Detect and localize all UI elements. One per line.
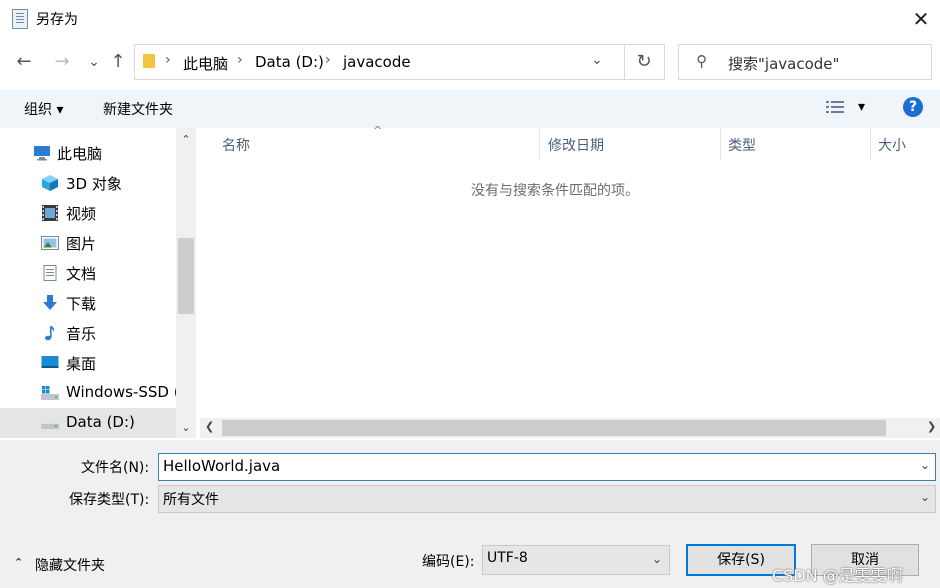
notepad-icon (12, 9, 28, 29)
address-dropdown-icon[interactable]: ⌄ (591, 52, 603, 68)
search-input[interactable]: 搜索"javacode" (728, 53, 839, 74)
breadcrumb-separator[interactable]: › (325, 52, 331, 68)
breadcrumb-separator[interactable]: › (237, 52, 243, 68)
document-icon (43, 265, 57, 281)
sidebar-item-this-pc[interactable]: 此电脑 (0, 138, 176, 168)
title-bar (0, 0, 940, 38)
sidebar-item-label: 视频 (66, 205, 97, 223)
filename-dropdown-icon[interactable]: ⌄ (920, 458, 930, 472)
encoding-value[interactable]: UTF-8 (487, 550, 528, 566)
forward-arrow-icon[interactable]: → (48, 48, 76, 76)
sidebar-item-desktop[interactable]: 桌面 (0, 348, 176, 378)
breadcrumb-data-drive[interactable]: Data (D:) (255, 53, 324, 71)
sidebar-item-documents[interactable]: 文档 (0, 258, 176, 288)
sidebar-item-label: 音乐 (66, 325, 97, 343)
music-icon (45, 326, 55, 341)
sidebar-item-windows-ssd[interactable]: Windows-SSD ( (0, 378, 180, 408)
back-arrow-icon[interactable]: ← (10, 48, 38, 76)
picture-icon (41, 236, 59, 250)
sidebar-item-label: Windows-SSD ( (66, 383, 180, 401)
breadcrumb-javacode[interactable]: javacode (343, 53, 411, 71)
windows-drive-icon (41, 386, 59, 400)
chevron-up-icon[interactable]: ⌃ (14, 556, 23, 569)
sidebar-item-label: 下载 (66, 295, 97, 313)
sidebar-item-downloads[interactable]: 下载 (0, 288, 176, 318)
cube-icon (42, 175, 58, 191)
sidebar-scroll-thumb[interactable] (178, 238, 194, 314)
sidebar-item-label: Data (D:) (66, 413, 135, 431)
sidebar-item-label: 图片 (66, 235, 97, 253)
column-header-type[interactable]: 类型 (728, 135, 756, 155)
filetype-label: 保存类型(T): (69, 492, 150, 508)
new-folder-button[interactable]: 新建文件夹 (103, 99, 173, 119)
view-dropdown-icon[interactable]: ▾ (858, 99, 865, 115)
watermark-text: CSDN @是雯雯啊 (772, 566, 903, 585)
sidebar-item-label: 文档 (66, 265, 97, 283)
breadcrumb-this-pc[interactable]: 此电脑 (183, 53, 228, 74)
encoding-label: 编码(E): (422, 554, 475, 570)
filelist-scroll-thumb[interactable] (222, 420, 886, 436)
scroll-up-icon[interactable]: ⌃ (178, 133, 194, 146)
desktop-icon (41, 356, 59, 368)
column-divider[interactable] (870, 128, 871, 160)
scroll-down-icon[interactable]: ⌄ (178, 421, 194, 434)
sidebar-item-videos[interactable]: 视频 (0, 198, 176, 228)
column-header-date[interactable]: 修改日期 (548, 135, 604, 155)
sidebar-item-label: 此电脑 (57, 145, 103, 163)
computer-icon (34, 146, 50, 161)
encoding-dropdown-icon[interactable]: ⌄ (652, 552, 662, 566)
scroll-right-icon[interactable]: ❯ (927, 420, 936, 433)
sidebar-item-pictures[interactable]: 图片 (0, 228, 176, 258)
search-icon: ⚲ (696, 52, 707, 70)
organize-button[interactable]: 组织 ▾ (24, 99, 63, 119)
sidebar-item-data-drive[interactable]: Data (D:) (0, 408, 176, 438)
filetype-value[interactable]: 所有文件 (163, 489, 219, 509)
sidebar-item-label: 桌面 (66, 355, 97, 373)
breadcrumb-separator[interactable]: › (165, 52, 171, 68)
up-arrow-icon[interactable]: ↑ (104, 48, 132, 76)
scroll-left-icon[interactable]: ❮ (205, 420, 214, 433)
filetype-select[interactable] (158, 485, 936, 513)
help-icon[interactable]: ? (903, 97, 923, 117)
filename-label: 文件名(N): (81, 460, 150, 476)
column-divider[interactable] (720, 128, 721, 160)
refresh-button[interactable]: ↻ (624, 44, 665, 80)
column-divider[interactable] (539, 128, 540, 160)
sidebar-item-label: 3D 对象 (66, 175, 122, 193)
empty-message: 没有与搜索条件匹配的项。 (471, 183, 639, 199)
video-icon (42, 205, 58, 221)
filetype-dropdown-icon[interactable]: ⌄ (920, 490, 930, 504)
sort-indicator-icon: ^ (373, 124, 383, 137)
view-options-icon[interactable] (826, 100, 844, 114)
column-header-size[interactable]: 大小 (878, 135, 906, 155)
close-button[interactable]: ✕ (905, 4, 937, 34)
sidebar-item-music[interactable]: 音乐 (0, 318, 176, 348)
sidebar-item-3d-objects[interactable]: 3D 对象 (0, 168, 176, 198)
folder-icon (143, 54, 155, 68)
filename-value[interactable]: HelloWorld.java (163, 457, 280, 475)
drive-icon (41, 422, 59, 429)
download-icon (43, 295, 57, 310)
window-title: 另存为 (36, 12, 78, 28)
hide-folders-toggle[interactable]: 隐藏文件夹 (35, 555, 105, 575)
column-header-name[interactable]: 名称 (222, 135, 250, 155)
